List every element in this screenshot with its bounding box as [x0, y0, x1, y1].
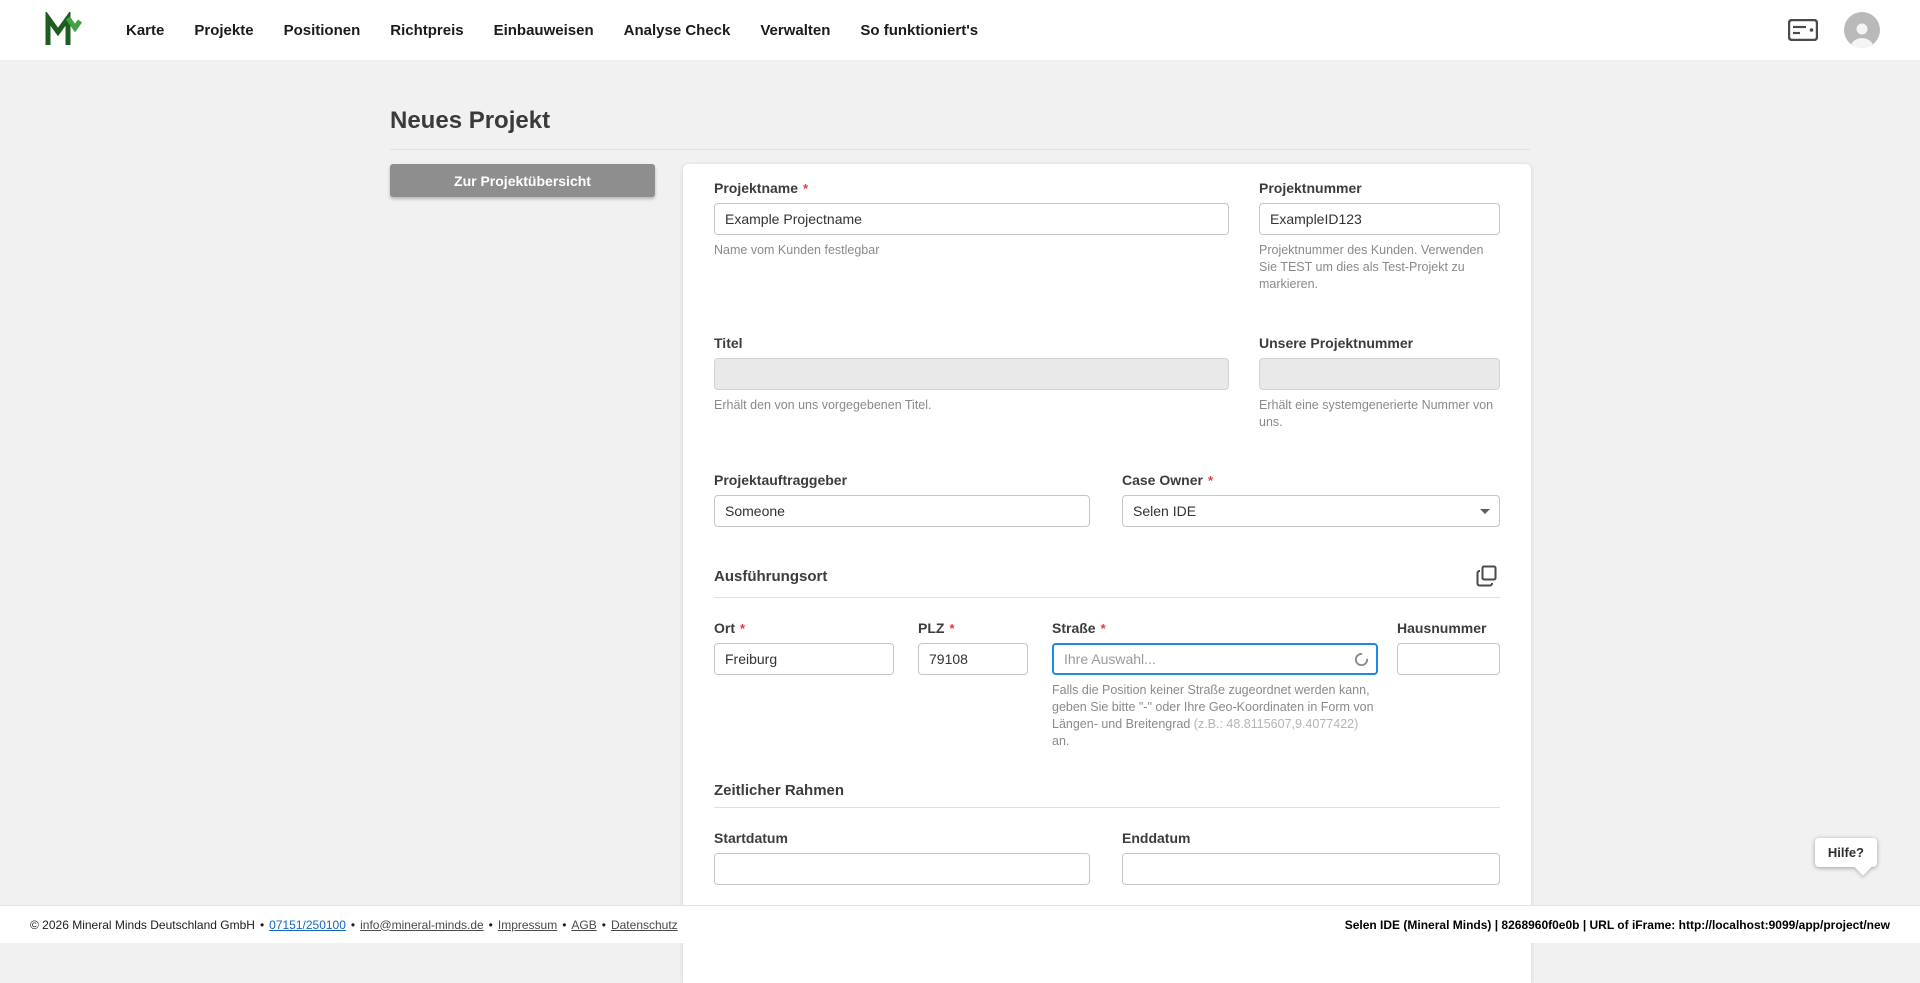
case-owner-label: Case Owner * [1122, 472, 1500, 488]
projektname-label: Projektname * [714, 180, 1229, 196]
titel-input [714, 358, 1229, 390]
copy-button[interactable] [1474, 563, 1500, 589]
user-avatar[interactable] [1844, 12, 1880, 48]
page-content: Neues Projekt Zur Projektübersicht Proje… [390, 61, 1530, 983]
plz-label: PLZ * [918, 620, 1028, 636]
nav-item-positionen[interactable]: Positionen [284, 22, 361, 39]
required-asterisk: * [1208, 473, 1213, 488]
new-project-form-card: Projektname * Name vom Kunden festlegbar… [683, 164, 1531, 911]
nav-item-richtpreis[interactable]: Richtpreis [390, 22, 463, 39]
nav-item-karte[interactable]: Karte [126, 22, 164, 39]
projektname-input[interactable] [714, 203, 1229, 235]
strasse-input[interactable] [1052, 643, 1378, 675]
nav-item-einbauweisen[interactable]: Einbauweisen [494, 22, 594, 39]
server-icon-glyph [1788, 19, 1818, 41]
ort-label: Ort * [714, 620, 894, 636]
title-divider [390, 149, 1530, 150]
projektname-helper: Name vom Kunden festlegbar [714, 242, 1229, 259]
hausnummer-label: Hausnummer [1397, 620, 1500, 636]
strasse-label: Straße * [1052, 620, 1378, 636]
unsere-projektnummer-helper: Erhält eine systemgenerierte Nummer von … [1259, 397, 1500, 431]
nav-item-so-funktionierts[interactable]: So funktioniert's [860, 22, 978, 39]
unsere-projektnummer-label: Unsere Projektnummer [1259, 335, 1500, 351]
back-to-overview-button[interactable]: Zur Projektübersicht [390, 164, 655, 197]
footer-phone-link[interactable]: 07151/250100 [269, 918, 346, 932]
ort-input[interactable] [714, 643, 894, 675]
left-column: Zur Projektübersicht [390, 164, 655, 197]
required-asterisk: * [1101, 621, 1106, 636]
loading-spinner-icon [1354, 652, 1369, 667]
section-title-zeitlicher-rahmen: Zeitlicher Rahmen [714, 782, 844, 799]
startdatum-input[interactable] [714, 853, 1090, 885]
projektnummer-helper: Projektnummer des Kunden. Verwenden Sie … [1259, 242, 1500, 293]
section-divider [714, 597, 1500, 598]
footer: © 2026 Mineral Minds Deutschland GmbH • … [0, 905, 1920, 943]
footer-agb-link[interactable]: AGB [571, 918, 596, 932]
footer-left: © 2026 Mineral Minds Deutschland GmbH • … [30, 918, 678, 932]
top-navigation: Karte Projekte Positionen Richtpreis Ein… [0, 0, 1920, 61]
footer-email-link[interactable]: info@mineral-minds.de [360, 918, 484, 932]
logo-icon [45, 12, 83, 48]
help-button[interactable]: Hilfe? [1815, 838, 1877, 867]
person-icon [1847, 18, 1877, 48]
required-asterisk: * [740, 621, 745, 636]
copy-icon [1476, 565, 1498, 587]
projektnummer-input[interactable] [1259, 203, 1500, 235]
required-asterisk: * [803, 181, 808, 196]
startdatum-label: Startdatum [714, 830, 1090, 846]
nav-item-analyse-check[interactable]: Analyse Check [624, 22, 731, 39]
nav-item-projekte[interactable]: Projekte [194, 22, 253, 39]
projektnummer-label: Projektnummer [1259, 180, 1500, 196]
hausnummer-input[interactable] [1397, 643, 1500, 675]
footer-copyright: © 2026 Mineral Minds Deutschland GmbH [30, 918, 255, 932]
case-owner-select[interactable]: Selen IDE [1122, 495, 1500, 527]
logo[interactable] [44, 10, 84, 50]
nav-item-verwalten[interactable]: Verwalten [760, 22, 830, 39]
enddatum-label: Enddatum [1122, 830, 1500, 846]
projektauftraggeber-input[interactable] [714, 495, 1090, 527]
nav-menu: Karte Projekte Positionen Richtpreis Ein… [126, 22, 978, 39]
chevron-down-icon [1480, 509, 1490, 514]
section-divider [714, 807, 1500, 808]
server-icon[interactable] [1788, 19, 1818, 41]
required-asterisk: * [949, 621, 954, 636]
titel-label: Titel [714, 335, 1229, 351]
unsere-projektnummer-input [1259, 358, 1500, 390]
projektauftraggeber-label: Projektauftraggeber [714, 472, 1090, 488]
section-title-ausfuehrungsort: Ausführungsort [714, 568, 827, 585]
footer-session-info: Selen IDE (Mineral Minds) | 8268960f0e0b… [1345, 918, 1890, 932]
enddatum-input[interactable] [1122, 853, 1500, 885]
footer-datenschutz-link[interactable]: Datenschutz [611, 918, 678, 932]
plz-input[interactable] [918, 643, 1028, 675]
page-title: Neues Projekt [390, 107, 1530, 135]
nav-right-group [1788, 12, 1880, 48]
strasse-helper: Falls die Position keiner Straße zugeord… [1052, 682, 1378, 750]
titel-helper: Erhält den von uns vorgegebenen Titel. [714, 397, 1229, 414]
footer-impressum-link[interactable]: Impressum [498, 918, 557, 932]
